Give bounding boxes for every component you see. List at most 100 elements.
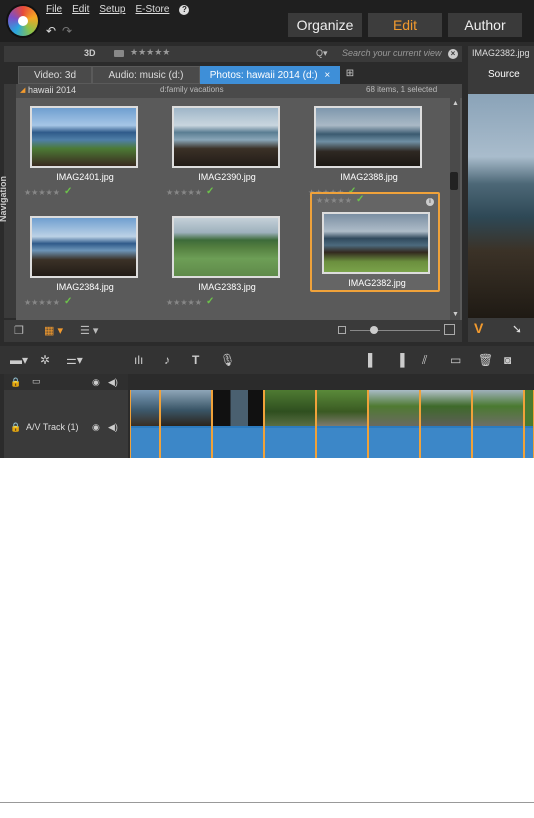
photo-thumbnail[interactable] — [172, 216, 280, 278]
help-icon[interactable]: ? — [179, 5, 190, 15]
track-label: A/V Track (1) — [26, 422, 79, 432]
undo-icon[interactable]: ↶ — [46, 24, 56, 38]
trash-icon[interactable]: 🗑 — [478, 353, 493, 367]
menu-file[interactable]: File — [46, 4, 62, 15]
timeline-clip[interactable] — [368, 390, 420, 458]
photo-thumbnail[interactable] — [314, 106, 422, 168]
menu-edit[interactable]: Edit — [72, 4, 89, 15]
tab-close-icon[interactable]: × — [324, 70, 330, 81]
tab-audio[interactable]: Audio: music (d:) — [92, 66, 200, 84]
large-thumb-icon — [444, 324, 455, 335]
photo-rating[interactable]: ★★★★★ — [24, 298, 60, 307]
lock-icon[interactable]: 🔒 — [10, 377, 21, 388]
browser-toolbar: ❐ ▦ ▾ ☰ ▾ — [4, 320, 462, 342]
photo-rating[interactable]: ★★★★★ — [166, 298, 202, 307]
scroll-up-icon[interactable]: ▲ — [452, 100, 459, 107]
tag-filter-icon[interactable] — [114, 50, 124, 57]
photo-thumbnail[interactable] — [30, 106, 138, 168]
photo-rating[interactable]: ★★★★★ — [166, 188, 202, 197]
search-input[interactable]: Search your current view — [342, 48, 442, 58]
storyboard-icon[interactable]: ▭ — [450, 353, 461, 367]
v-button[interactable]: V — [474, 320, 483, 336]
photo-tile[interactable]: IMAG2384.jpg ★★★★★ ✓ — [20, 212, 150, 312]
timeline-clip[interactable] — [160, 390, 212, 458]
photo-thumbnail[interactable] — [172, 106, 280, 168]
folder-path: d:family vacations — [160, 85, 224, 94]
search-icon[interactable]: Q▾ — [316, 48, 328, 59]
settings-icon[interactable]: ✲ — [40, 353, 50, 367]
track-view-icon[interactable]: ▬▾ — [10, 353, 28, 367]
collapse-arrow-icon[interactable]: ◢ — [20, 86, 25, 94]
photo-browser: ◢ hawaii 2014 d:family vacations 68 item… — [16, 84, 462, 320]
timeline-clip[interactable] — [316, 390, 368, 458]
lock-icon[interactable]: 🔒 — [10, 422, 21, 433]
timeline-clip[interactable] — [472, 390, 524, 458]
small-thumb-icon — [338, 326, 346, 334]
info-icon[interactable]: i — [426, 198, 434, 206]
list-view-icon[interactable]: ☰ ▾ — [80, 324, 98, 337]
timeline-toolbar: ▬▾ ✲ ⚌▾ ılı ♪ T 🎙 ▌ ▐ ⫽ ▭ 🗑 ◙ — [0, 346, 534, 374]
tab-organize[interactable]: Organize — [288, 13, 362, 37]
photo-tile-selected[interactable]: ★★★★★ ✓ i IMAG2382.jpg — [310, 192, 440, 292]
checkmark-icon: ✓ — [206, 296, 215, 307]
camera-icon[interactable]: ◙ — [504, 353, 511, 367]
tab-edit[interactable]: Edit — [368, 13, 442, 37]
photo-thumbnail[interactable] — [322, 212, 430, 274]
av-track-header: 🔒 A/V Track (1) ◉ ◀) — [4, 390, 128, 458]
photo-thumbnail[interactable] — [30, 216, 138, 278]
timeline-clip[interactable] — [264, 390, 316, 458]
audio-mixer-icon[interactable]: ılı — [134, 353, 143, 367]
photo-tile[interactable]: IMAG2388.jpg ★★★★★ ✓ — [304, 102, 434, 202]
flag-icon[interactable]: ▐ — [396, 353, 405, 367]
split-icon[interactable]: ⫽ — [422, 353, 427, 368]
checkmark-icon: ✓ — [64, 296, 73, 307]
text-tool-icon[interactable]: T — [192, 353, 199, 367]
browser-scrollbar[interactable]: ▲ ▼ — [450, 98, 460, 320]
tab-photos-label: Photos: hawaii 2014 (d:) — [209, 70, 318, 81]
zoom-slider-knob[interactable] — [370, 326, 378, 334]
music-icon[interactable]: ♪ — [164, 353, 170, 367]
arrow-icon[interactable]: ➘ — [512, 322, 522, 336]
add-tab-icon[interactable]: ⊞ — [342, 68, 358, 82]
3d-filter-button[interactable]: 3D — [84, 48, 96, 58]
eye-icon[interactable]: ◉ — [92, 377, 100, 388]
menu-estore[interactable]: E-Store — [136, 4, 170, 15]
redo-icon[interactable]: ↷ — [62, 24, 72, 38]
copy-icon[interactable]: ❐ — [14, 324, 24, 337]
photo-rating[interactable]: ★★★★★ — [316, 196, 352, 205]
clear-search-icon[interactable]: × — [448, 49, 458, 59]
timeline-clip[interactable] — [420, 390, 472, 458]
photo-filename: IMAG2388.jpg — [340, 172, 398, 182]
photo-tile[interactable]: IMAG2383.jpg ★★★★★ ✓ — [162, 212, 292, 312]
razor-icon[interactable]: ⚌▾ — [66, 353, 83, 367]
speaker-icon[interactable]: ◀) — [108, 377, 118, 388]
app-logo-icon[interactable] — [8, 6, 38, 36]
photo-tile[interactable]: IMAG2390.jpg ★★★★★ ✓ — [162, 102, 292, 202]
collapse-handle[interactable] — [450, 172, 458, 190]
menu-setup[interactable]: Setup — [99, 4, 125, 15]
navigation-panel-toggle[interactable]: Navigation — [0, 84, 16, 318]
timeline-clip[interactable] — [130, 390, 160, 458]
track-monitor-icon[interactable]: ▭ — [32, 376, 41, 387]
photo-tile[interactable]: IMAG2401.jpg ★★★★★ ✓ — [20, 102, 150, 202]
zoom-slider[interactable] — [350, 326, 440, 334]
scroll-down-icon[interactable]: ▼ — [452, 311, 459, 318]
preview-title: IMAG2382.jpg — [472, 48, 530, 58]
eye-icon[interactable]: ◉ — [92, 422, 100, 433]
speaker-icon[interactable]: ◀) — [108, 422, 118, 433]
source-button[interactable]: Source — [468, 66, 534, 84]
page-footer-line — [0, 802, 534, 803]
marker-icon[interactable]: ▌ — [368, 353, 377, 367]
checkmark-icon: ✓ — [64, 186, 73, 197]
folder-name: hawaii 2014 — [28, 85, 77, 95]
menu-bar: File Edit Setup E-Store ? — [46, 4, 190, 15]
timeline-clip[interactable] — [524, 390, 534, 458]
tab-video[interactable]: Video: 3d — [18, 66, 92, 84]
rating-filter[interactable]: ★★★★★ — [130, 47, 170, 58]
tab-author[interactable]: Author — [448, 13, 522, 37]
grid-view-icon[interactable]: ▦ ▾ — [44, 324, 63, 337]
timeline-clip[interactable] — [212, 390, 264, 458]
photo-rating[interactable]: ★★★★★ — [24, 188, 60, 197]
mic-icon[interactable]: 🎙 — [220, 353, 235, 367]
tab-photos[interactable]: Photos: hawaii 2014 (d:) × — [200, 66, 340, 84]
